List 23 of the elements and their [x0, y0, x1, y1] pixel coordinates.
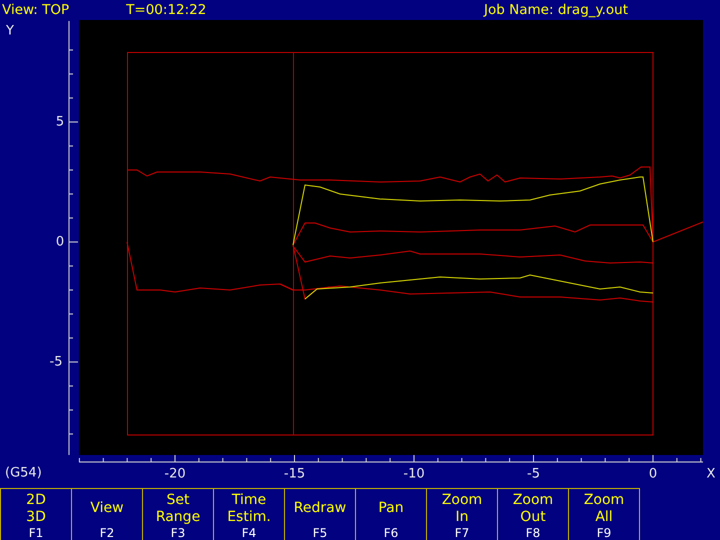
function-key[interactable]: 2D 3D F1 — [0, 488, 72, 540]
function-key[interactable]: View F2 — [71, 488, 143, 540]
job-name: Job Name: drag_y.out — [484, 2, 628, 18]
function-key[interactable]: Pan F6 — [355, 488, 427, 540]
y-tick-label: 0 — [56, 234, 64, 250]
function-key[interactable]: Zoom In F7 — [426, 488, 498, 540]
function-key[interactable]: Set Range F3 — [142, 488, 214, 540]
view-label: View: TOP — [2, 2, 70, 18]
y-axis-label: Y — [6, 24, 14, 38]
y-tick-label: 5 — [56, 114, 64, 130]
function-key[interactable]: Redraw F5 — [284, 488, 356, 540]
function-key[interactable]: Time Estim. F4 — [213, 488, 285, 540]
function-key[interactable]: Zoom All F9 — [568, 488, 640, 540]
x-tick-label: -10 — [403, 466, 425, 482]
x-tick-label: 0 — [648, 466, 658, 482]
x-tick-label: -20 — [164, 466, 186, 482]
y-tick-label: -5 — [50, 354, 62, 370]
x-tick-label: -15 — [284, 466, 306, 482]
x-tick-label: -5 — [527, 466, 540, 482]
coordinate-system-label: (G54) — [5, 466, 42, 480]
elapsed-time: T=00:12:22 — [126, 2, 206, 18]
function-key[interactable]: Zoom Out F8 — [497, 488, 569, 540]
x-axis-label: X — [706, 466, 716, 482]
